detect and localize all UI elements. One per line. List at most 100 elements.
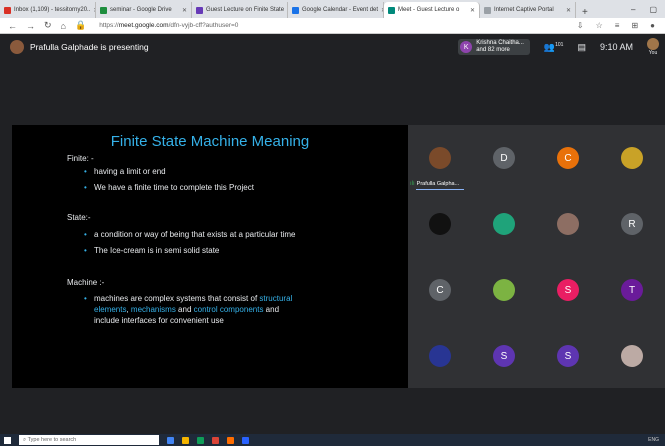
- finite-bullet: having a limit or end: [84, 166, 166, 177]
- tab-title: Meet - Guest Lecture o: [398, 7, 460, 13]
- browser-tab[interactable]: Inbox (1,109) - tessitorny20..✕: [0, 2, 96, 18]
- participant-photo-avatar: [621, 147, 643, 169]
- install-icon[interactable]: ⇩: [577, 21, 584, 30]
- collections-icon[interactable]: ⊞: [631, 21, 638, 30]
- reading-list-icon[interactable]: ≡: [615, 21, 620, 30]
- clock: 9:10 AM: [599, 42, 633, 52]
- window-controls: – ▢: [631, 5, 665, 14]
- state-bullet: a condition or way of being that exists …: [84, 229, 295, 240]
- finite-bullet: We have a finite time to complete this P…: [84, 182, 254, 193]
- participant-initial-avatar: S: [557, 345, 579, 367]
- back-icon[interactable]: ←: [8, 21, 17, 31]
- participant-photo-avatar: [429, 345, 451, 367]
- participant-photo-avatar: [621, 345, 643, 367]
- tab-title: Guest Lecture on Finite State: [206, 7, 285, 13]
- participant-tile[interactable]: [472, 191, 536, 257]
- taskbar-app-icon[interactable]: [182, 436, 189, 444]
- participant-photo-avatar: [429, 147, 451, 169]
- presentation-slide: Finite State Machine Meaning Finite: - h…: [12, 125, 408, 388]
- browser-tab[interactable]: Internet Captive Portal ✕: [480, 2, 576, 18]
- taskbar-app-icon[interactable]: [167, 436, 174, 444]
- tab-title: Internet Captive Portal: [494, 7, 554, 13]
- presenter-avatar: [10, 40, 24, 54]
- os-taskbar: ⌕ Type here to search ENG: [0, 434, 665, 446]
- address-bar-actions: ⇩ ☆ ≡ ⊞ ●: [577, 21, 665, 30]
- participant-initial-avatar: C: [557, 147, 579, 169]
- taskbar-app-icon[interactable]: [242, 436, 249, 444]
- participant-photo-avatar: [557, 213, 579, 235]
- url-field[interactable]: https://meet.google.com/dfn-vyjb-cff?aut…: [99, 22, 238, 29]
- participant-tile[interactable]: [600, 323, 664, 389]
- participant-tile[interactable]: S: [536, 257, 600, 323]
- close-tab-icon[interactable]: ✕: [470, 7, 475, 14]
- participant-initial-avatar: R: [621, 213, 643, 235]
- participant-tile[interactable]: R: [600, 191, 664, 257]
- participant-tile[interactable]: [408, 191, 472, 257]
- new-tab-button[interactable]: +: [576, 7, 594, 18]
- minimize-icon[interactable]: –: [631, 5, 635, 14]
- presenting-status: Prafulla Galphade is presenting: [30, 42, 149, 52]
- forward-icon[interactable]: →: [26, 21, 35, 31]
- participant-name: ılı Prafulla Galpha...: [410, 181, 460, 187]
- chat-icon[interactable]: ▤: [577, 42, 586, 53]
- participant-tile[interactable]: D: [472, 125, 536, 191]
- participants-count: 101: [555, 41, 564, 48]
- machine-heading: Machine :-: [67, 278, 105, 287]
- state-bullet: The Ice-cream is in semi solid state: [84, 245, 219, 256]
- participant-tile[interactable]: [408, 323, 472, 389]
- participant-tile[interactable]: C: [536, 125, 600, 191]
- chip-avatar: K: [460, 41, 473, 53]
- browser-tab[interactable]: seminar - Google Drive ✕: [96, 2, 192, 18]
- home-icon[interactable]: ⌂: [61, 21, 66, 31]
- active-speaker-underline: [416, 189, 464, 190]
- close-tab-icon[interactable]: ✕: [182, 7, 187, 14]
- participant-tile[interactable]: S: [472, 323, 536, 389]
- state-heading: State:-: [67, 213, 91, 222]
- tab-title: Google Calendar - Event det: [302, 7, 379, 13]
- taskbar-search[interactable]: ⌕ Type here to search: [19, 435, 159, 445]
- participant-initial-avatar: D: [493, 147, 515, 169]
- participant-initial-avatar: S: [557, 279, 579, 301]
- participant-tile[interactable]: [472, 257, 536, 323]
- maximize-icon[interactable]: ▢: [649, 5, 657, 14]
- tab-favicon: [484, 6, 491, 14]
- browser-tab[interactable]: Google Calendar - Event det✕: [288, 2, 384, 18]
- profile-icon[interactable]: ●: [650, 21, 655, 30]
- windows-start-icon[interactable]: [4, 436, 11, 444]
- chip-name: Krishna Chaitha...: [476, 40, 524, 46]
- speaking-indicator-icon: ılı: [410, 181, 415, 187]
- taskbar-app-icon[interactable]: [212, 436, 219, 444]
- participant-photo-avatar: [429, 213, 451, 235]
- participant-tile[interactable]: [600, 125, 664, 191]
- participant-grid: ılı Prafulla Galpha... D C R C S T S S: [408, 125, 665, 388]
- participant-tile[interactable]: S: [536, 323, 600, 389]
- browser-tab[interactable]: Guest Lecture on Finite State✕: [192, 2, 288, 18]
- lock-icon: 🔒: [74, 20, 87, 30]
- bookmark-star-icon[interactable]: ☆: [596, 21, 603, 30]
- machine-bullet: machines are complex systems that consis…: [84, 293, 354, 326]
- close-tab-icon[interactable]: ✕: [566, 7, 571, 14]
- tab-favicon: [100, 6, 107, 14]
- presenter-chip[interactable]: K Krishna Chaitha... and 82 more: [458, 39, 530, 55]
- participant-initial-avatar: T: [621, 279, 643, 301]
- participant-tile[interactable]: T: [600, 257, 664, 323]
- meet-top-bar: Prafulla Galphade is presenting K Krishn…: [0, 34, 665, 60]
- participant-tile[interactable]: ılı Prafulla Galpha...: [408, 125, 472, 191]
- browser-tab-bar: Inbox (1,109) - tessitorny20..✕seminar -…: [0, 0, 665, 18]
- taskbar-app-icon[interactable]: [197, 436, 204, 444]
- tab-title: seminar - Google Drive: [110, 7, 172, 13]
- self-tile[interactable]: You: [647, 38, 659, 56]
- system-tray-language[interactable]: ENG: [648, 437, 665, 443]
- participant-tile[interactable]: C: [408, 257, 472, 323]
- participant-initial-avatar: S: [493, 345, 515, 367]
- participant-tile[interactable]: [536, 191, 600, 257]
- browser-tab[interactable]: Meet - Guest Lecture o ✕: [384, 2, 480, 18]
- finite-heading: Finite: -: [67, 154, 94, 163]
- participant-initial-avatar: C: [429, 279, 451, 301]
- slide-title: Finite State Machine Meaning: [110, 133, 310, 150]
- taskbar-app-icon[interactable]: [227, 436, 234, 444]
- tab-title: Inbox (1,109) - tessitorny20..: [14, 7, 91, 13]
- reload-icon[interactable]: ↻: [44, 20, 52, 31]
- tab-favicon: [388, 6, 395, 14]
- participants-button[interactable]: 👥101: [544, 42, 564, 53]
